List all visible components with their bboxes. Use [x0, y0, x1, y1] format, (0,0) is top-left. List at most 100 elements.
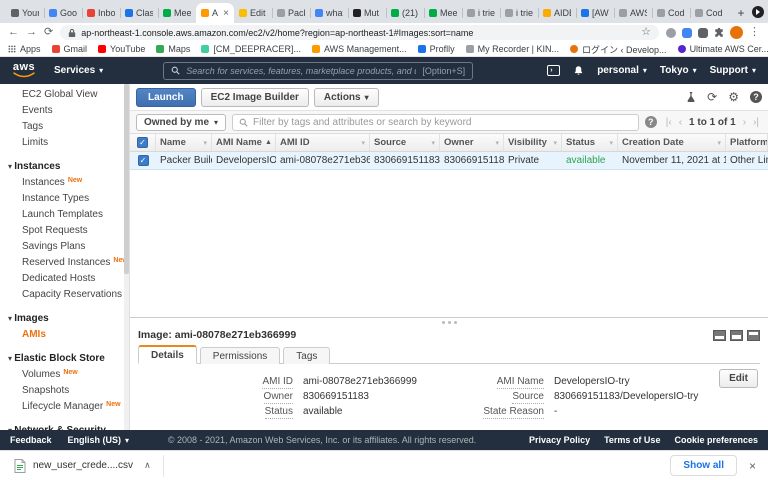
address-bar[interactable]: ap-northeast-1.console.aws.amazon.com/ec… [60, 25, 659, 40]
column-header-owner[interactable]: Owner ▾ [440, 134, 504, 151]
sidebar-item-dedicated-hosts[interactable]: Dedicated Hosts [0, 271, 129, 287]
sidebar-item-snapshots[interactable]: Snapshots [0, 383, 129, 399]
services-menu[interactable]: Services ▾ [54, 65, 103, 76]
next-page-icon[interactable]: › [743, 117, 746, 128]
browser-tab[interactable]: i trie [500, 3, 538, 23]
splitter-handle[interactable] [130, 317, 768, 326]
tab-close-icon[interactable]: × [223, 8, 229, 19]
column-header-status[interactable]: Status ▾ [562, 134, 618, 151]
browser-tab[interactable]: Goog [44, 3, 82, 23]
cookie-preferences-link[interactable]: Cookie preferences [674, 435, 758, 445]
new-experience-flask-icon[interactable] [686, 91, 696, 103]
edit-button[interactable]: Edit [719, 369, 758, 388]
owned-by-me-dropdown[interactable]: Owned by me ▾ [136, 113, 227, 131]
download-item[interactable]: new_user_crede....csv ∧ [12, 454, 164, 477]
column-header-source[interactable]: Source ▾ [370, 134, 440, 151]
feedback-button[interactable]: Feedback [10, 435, 52, 445]
sidebar-item-volumes[interactable]: Volumes New [0, 367, 129, 383]
language-selector[interactable]: English (US) ▾ [68, 435, 130, 445]
sidebar-item-savings-plans[interactable]: Savings Plans [0, 239, 129, 255]
column-header-platform[interactable]: Platform [726, 134, 768, 151]
support-menu[interactable]: Support ▾ [710, 65, 756, 76]
sidebar-item-reserved-instances[interactable]: Reserved Instances New [0, 255, 129, 271]
browser-tab[interactable]: AIDE [538, 3, 576, 23]
sidebar-item-instance-types[interactable]: Instance Types [0, 191, 129, 207]
pane-layout-split-icon[interactable] [730, 329, 743, 341]
close-download-bar-icon[interactable]: × [749, 459, 756, 473]
sidebar-item-capacity-reservations[interactable]: Capacity Reservations [0, 287, 129, 303]
filter-search-input[interactable]: Filter by tags and attributes or search … [232, 113, 639, 131]
sidebar-item-amis[interactable]: AMIs [0, 327, 129, 343]
extension-icon[interactable] [666, 27, 676, 38]
browser-tab[interactable]: Edit [234, 3, 272, 23]
browser-tab[interactable]: what [310, 3, 348, 23]
sidebar-section-network-security[interactable]: Network & Security [0, 423, 129, 430]
tab-details[interactable]: Details [138, 345, 197, 364]
sidebar-item-spot-requests[interactable]: Spot Requests [0, 223, 129, 239]
region-menu[interactable]: Tokyo ▾ [660, 65, 697, 76]
account-menu[interactable]: personal ▾ [597, 65, 647, 76]
column-header-name[interactable]: Name ▾ [156, 134, 212, 151]
browser-tab[interactable]: Mut [348, 3, 386, 23]
column-header-ami-name[interactable]: AMI Name ▲ [212, 134, 276, 151]
browser-tab[interactable]: [AWS [576, 3, 614, 23]
sidebar-item-launch-templates[interactable]: Launch Templates [0, 207, 129, 223]
column-header-visibility[interactable]: Visibility ▾ [504, 134, 562, 151]
browser-tab[interactable]: Clas [120, 3, 158, 23]
forward-icon[interactable]: → [26, 27, 37, 38]
console-search-input[interactable]: Search for services, features, marketpla… [163, 61, 474, 80]
column-header-creation-date[interactable]: Creation Date ▾ [618, 134, 726, 151]
sidebar-scrollbar[interactable] [124, 84, 129, 430]
sidebar-item-tags[interactable]: Tags [0, 119, 129, 135]
bookmark[interactable]: Maps [156, 44, 190, 54]
notifications-bell-icon[interactable] [573, 65, 584, 77]
launch-button[interactable]: Launch [136, 87, 196, 107]
bookmark-apps[interactable]: Apps [8, 44, 41, 54]
reload-icon[interactable]: ⟳ [44, 27, 53, 38]
bookmark[interactable]: ログイン ‹ Develop... [570, 43, 667, 56]
browser-tab[interactable]: Pack [272, 3, 310, 23]
tab-search-icon[interactable] [752, 5, 764, 18]
translate-extension-icon[interactable] [682, 27, 692, 38]
sidebar-section-images[interactable]: Images [0, 311, 129, 327]
sidebar-item-lifecycle-manager[interactable]: Lifecycle Manager New [0, 399, 129, 415]
bookmark[interactable]: Gmail [51, 44, 87, 54]
first-page-icon[interactable]: |‹ [666, 117, 672, 128]
bookmark[interactable]: YouTube [98, 44, 145, 54]
browser-tab[interactable]: i trie [462, 3, 500, 23]
sidebar-item-limits[interactable]: Limits [0, 135, 129, 151]
puzzle-icon[interactable] [714, 27, 724, 38]
bookmark[interactable]: Ultimate AWS Cer... [677, 44, 768, 54]
column-header-ami-id[interactable]: AMI ID ▾ [276, 134, 370, 151]
sidebar-item-instances[interactable]: Instances New [0, 175, 129, 191]
pane-layout-bottom-icon[interactable] [713, 329, 726, 341]
browser-tab[interactable]: AWS [614, 3, 652, 23]
bookmark[interactable]: [CM_DEEPRACER]... [201, 44, 301, 54]
caret-up-icon[interactable]: ∧ [144, 460, 151, 471]
filter-help-icon[interactable]: ? [644, 116, 657, 128]
browser-tab[interactable]: Meet [158, 3, 196, 23]
aws-logo[interactable]: aws [12, 62, 36, 78]
browser-tab-active[interactable]: A × [196, 3, 234, 23]
prev-page-icon[interactable]: ‹ [679, 117, 682, 128]
bookmark[interactable]: My Recorder | KIN... [465, 44, 559, 54]
back-icon[interactable]: ← [8, 27, 19, 38]
actions-button[interactable]: Actions ▾ [313, 87, 379, 107]
sidebar-section-instances[interactable]: Instances [0, 159, 129, 175]
tab-tags[interactable]: Tags [283, 347, 331, 364]
extension-icon[interactable] [698, 27, 708, 38]
tab-permissions[interactable]: Permissions [199, 347, 281, 364]
show-all-downloads-button[interactable]: Show all [670, 455, 737, 476]
browser-tab[interactable]: Inbo [82, 3, 120, 23]
privacy-policy-link[interactable]: Privacy Policy [529, 435, 590, 445]
bookmark[interactable]: Proflly [417, 44, 455, 54]
bookmark[interactable]: AWS Management... [311, 44, 407, 54]
browser-tab[interactable]: Cod [652, 3, 690, 23]
browser-tab[interactable]: Meet [424, 3, 462, 23]
browser-tab[interactable]: Your [6, 3, 44, 23]
ami-table-row-selected[interactable]: ✓ Packer Builder DevelopersIO-try ami-08… [130, 152, 768, 170]
sidebar-item-ec2-global-view[interactable]: EC2 Global View [0, 87, 129, 103]
help-icon[interactable]: ? [750, 91, 762, 103]
browser-tab[interactable]: (21) [386, 3, 424, 23]
ec2-image-builder-button[interactable]: EC2 Image Builder [200, 87, 309, 107]
